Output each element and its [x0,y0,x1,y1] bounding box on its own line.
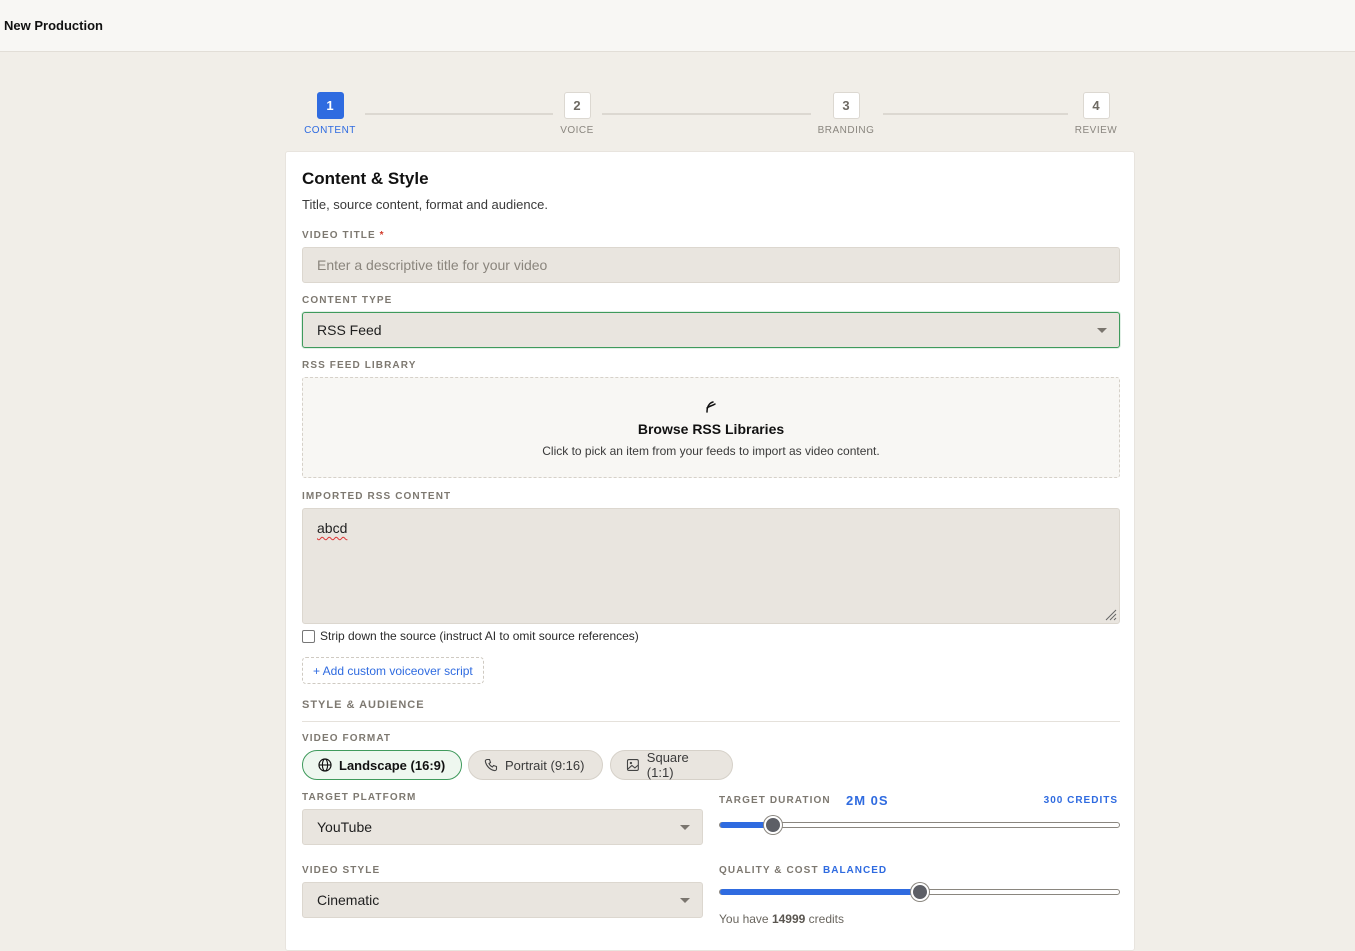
imported-content-label: IMPORTED RSS CONTENT [302,491,452,502]
quality-cost-value: BALANCED [823,865,888,876]
video-style-select[interactable]: Cinematic [302,882,703,918]
step-connector [365,113,553,115]
format-square-label: Square (1:1) [646,750,689,780]
content-type-select[interactable]: RSS Feed [302,312,1120,348]
card-title: Content & Style [302,169,429,188]
credit-balance-suffix: credits [808,912,845,926]
target-duration-thumb[interactable] [764,816,783,834]
chevron-down-icon [1097,328,1107,333]
step-content[interactable]: 1 CONTENT [285,92,375,136]
step-branding[interactable]: 3 BRANDING [801,92,891,136]
imported-content-value: abcd [317,520,348,536]
target-platform-select[interactable]: YouTube [302,809,703,845]
quality-cost-label: QUALITY & COST [719,865,819,876]
step-review[interactable]: 4 REVIEW [1051,92,1141,136]
step-connector [602,113,811,115]
video-style-label: VIDEO STYLE [302,865,381,876]
content-type-value: RSS Feed [317,322,382,338]
target-duration-label: TARGET DURATION [719,795,831,806]
style-audience-heading: STYLE & AUDIENCE [302,699,425,711]
step-voice[interactable]: 2 VOICE [532,92,622,136]
target-duration-value: 2M 0S [846,793,889,808]
strip-source-option[interactable]: Strip down the source (instruct AI to om… [302,629,639,643]
credit-balance-prefix: You have [719,912,769,926]
credit-balance-amount: 14999 [771,912,806,926]
browse-rss-description: Click to pick an item from your feeds to… [542,444,880,458]
rss-library-label: RSS FEED LIBRARY [302,360,417,371]
step-label: REVIEW [1074,125,1118,136]
phone-icon [484,758,498,772]
target-platform-label: TARGET PLATFORM [302,792,417,803]
target-platform-value: YouTube [317,819,373,835]
content-style-card: Content & Style Title, source content, f… [285,151,1135,951]
globe-icon [318,758,332,772]
format-landscape-option[interactable]: Landscape (16:9) [302,750,462,780]
quality-cost-thumb[interactable] [910,883,929,901]
browse-rss-title: Browse RSS Libraries [637,421,785,437]
step-number: 4 [1082,92,1110,119]
content-type-label: CONTENT TYPE [302,295,393,306]
required-marker: * [379,230,385,241]
video-title-placeholder: Enter a descriptive title for your video [317,257,548,273]
add-voiceover-script-button[interactable]: + Add custom voiceover script [302,657,484,684]
credit-balance: You have 14999 credits [719,912,844,926]
strip-source-label: Strip down the source (instruct AI to om… [320,629,639,643]
format-portrait-label: Portrait (9:16) [505,757,585,773]
chevron-down-icon [680,898,690,903]
rss-icon [303,398,1119,414]
wizard-stepper: 1 CONTENT 2 VOICE 3 BRANDING 4 REVIEW [0,0,1355,150]
step-connector [883,113,1068,115]
video-title-label-text: VIDEO TITLE [302,230,376,241]
format-portrait-option[interactable]: Portrait (9:16) [468,750,603,780]
slider-fill [720,889,921,895]
imported-content-textarea[interactable]: abcd [302,508,1120,624]
video-format-label: VIDEO FORMAT [302,733,392,744]
step-label: VOICE [560,125,594,136]
format-square-option[interactable]: Square (1:1) [610,750,733,780]
browse-rss-dropzone[interactable]: Browse RSS Libraries Click to pick an it… [302,377,1120,478]
image-icon [626,759,639,771]
step-label: BRANDING [817,125,875,136]
chevron-down-icon [680,825,690,830]
card-subtitle: Title, source content, format and audien… [302,197,548,212]
resize-handle-icon[interactable] [1105,609,1117,621]
format-landscape-label: Landscape (16:9) [339,757,446,773]
video-style-value: Cinematic [317,892,380,908]
section-divider [302,721,1120,722]
video-title-input[interactable]: Enter a descriptive title for your video [302,247,1120,283]
strip-source-checkbox[interactable] [302,629,315,643]
step-number: 2 [563,92,591,119]
step-label: CONTENT [304,125,356,136]
video-title-label: VIDEO TITLE * [302,230,385,241]
step-number: 3 [832,92,860,119]
duration-credits: 300 CREDITS [1043,795,1118,806]
step-number: 1 [316,92,344,119]
